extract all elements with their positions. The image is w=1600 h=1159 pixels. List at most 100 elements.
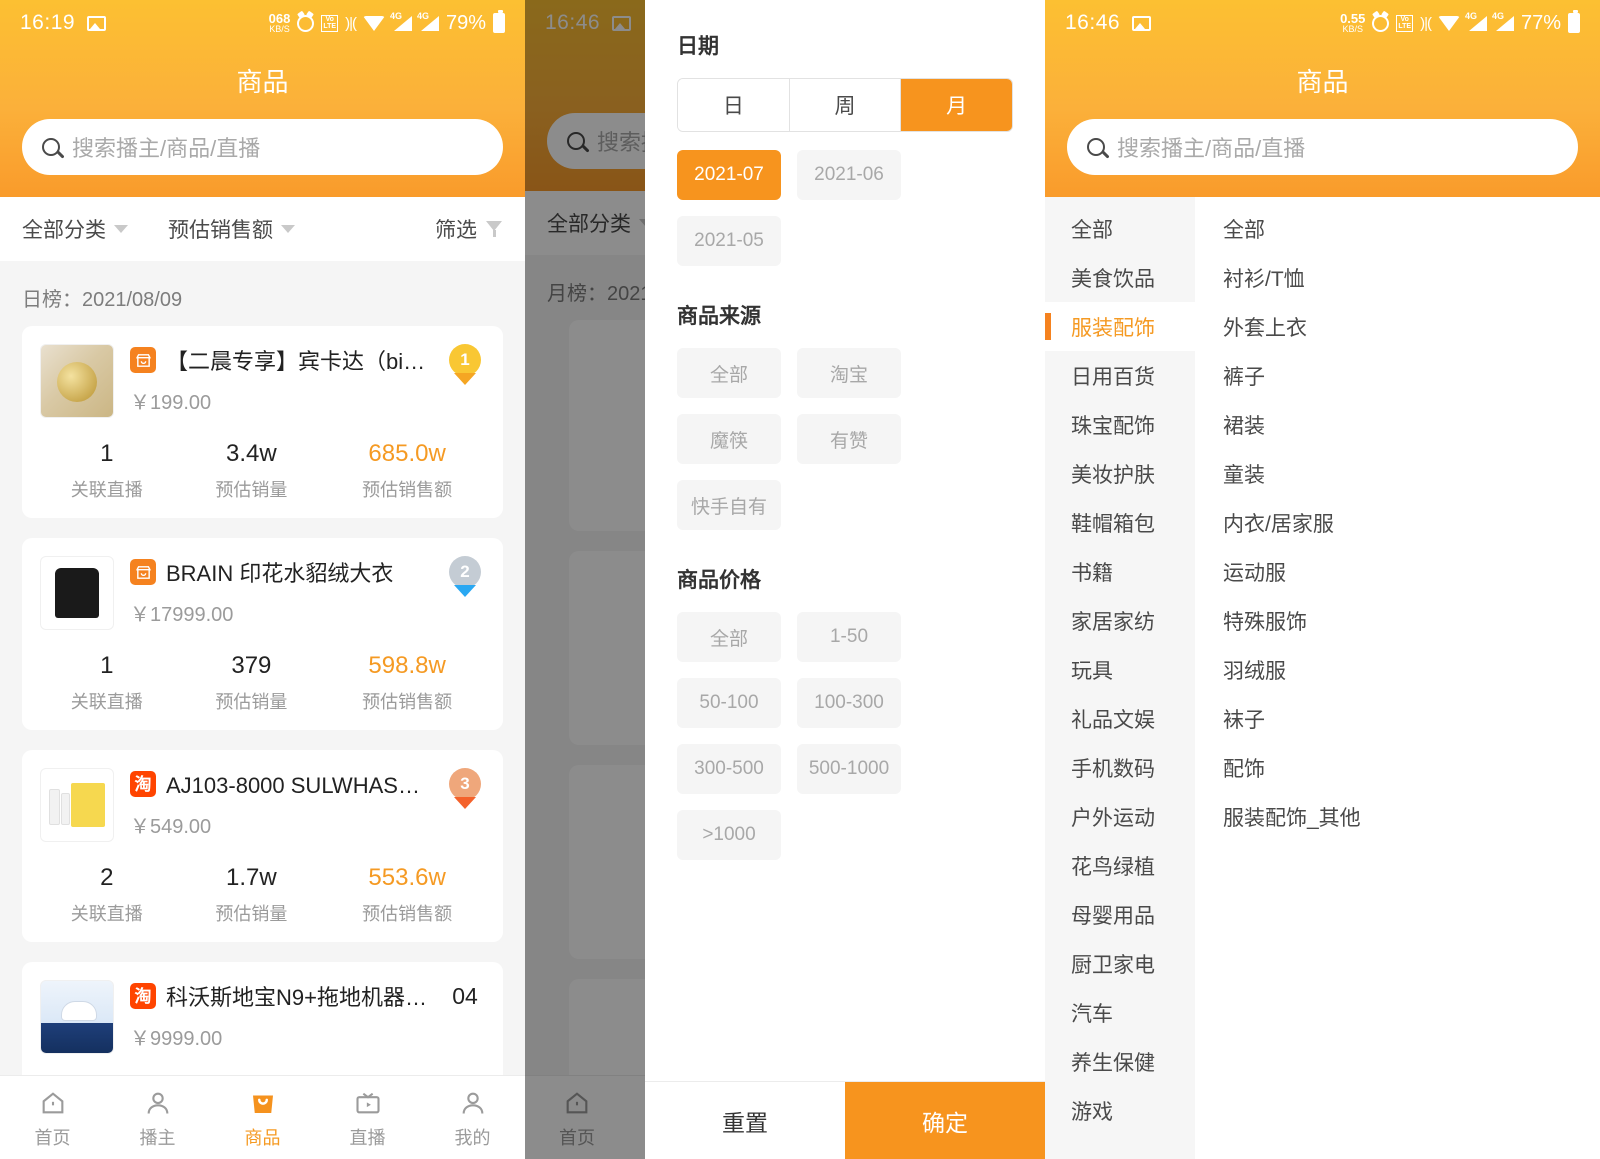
battery-icon	[493, 10, 505, 33]
gallery-icon	[1132, 15, 1152, 31]
tab-label: 首页	[34, 1127, 71, 1148]
category-item-12[interactable]: 户外运动	[1045, 792, 1195, 841]
chip-price-1-50[interactable]: 1-50	[797, 612, 901, 662]
wifi-icon	[362, 15, 385, 31]
table-row[interactable]: BRAIN 印花水貂绒大衣 2 ￥17999.00 1 关联直播 379 预估销…	[22, 538, 503, 730]
category-item-11[interactable]: 手机数码	[1045, 743, 1195, 792]
chip-month-2021-06[interactable]: 2021-06	[797, 150, 901, 200]
subcategory-item-0[interactable]: 全部	[1195, 204, 1600, 253]
product-title: 【二晨专享】宾卡达（binkada）…	[166, 349, 435, 374]
medal-silver-icon: 2	[449, 556, 481, 588]
stat-volume: 379 预估销量	[215, 652, 288, 712]
tab-label: 我的	[454, 1127, 491, 1148]
status-time: 16:19	[20, 11, 76, 34]
rank-badge: 2	[445, 556, 485, 588]
subcategory-item-11[interactable]: 配饰	[1195, 743, 1600, 792]
subcategory-item-8[interactable]: 特殊服饰	[1195, 596, 1600, 645]
product-price: ￥199.00	[130, 392, 212, 414]
category-item-8[interactable]: 家居家纺	[1045, 596, 1195, 645]
status-bar-right: 16:46 0.55 KB/S Vo LTE )|( 4G 4G 77%	[1045, 0, 1600, 46]
category-item-6[interactable]: 鞋帽箱包	[1045, 498, 1195, 547]
chip-price-over-1000[interactable]: >1000	[677, 810, 781, 860]
category-item-18[interactable]: 游戏	[1045, 1086, 1195, 1135]
category-item-15[interactable]: 厨卫家电	[1045, 939, 1195, 988]
chip-price-500-1000[interactable]: 500-1000	[797, 744, 901, 794]
category-list[interactable]: 全部 美食饮品 服装配饰 日用百货 珠宝配饰 美妆护肤 鞋帽箱包 书籍 家居家纺…	[1045, 192, 1195, 1159]
subcategory-item-6[interactable]: 内衣/居家服	[1195, 498, 1600, 547]
tab-home[interactable]: 首页	[0, 1086, 105, 1150]
battery-percent: 77%	[1520, 11, 1561, 34]
tab-live[interactable]: 直播	[315, 1086, 420, 1150]
chip-source-mokuai[interactable]: 魔筷	[677, 414, 781, 464]
signal-icon-2: 4G	[417, 11, 439, 31]
subcategory-item-3[interactable]: 裤子	[1195, 351, 1600, 400]
subcategory-item-4[interactable]: 裙装	[1195, 400, 1600, 449]
segment-option-day[interactable]: 日	[678, 79, 790, 131]
subcategory-item-10[interactable]: 袜子	[1195, 694, 1600, 743]
chip-source-kuaishou[interactable]: 快手自有	[677, 480, 781, 530]
subcategory-item-5[interactable]: 童装	[1195, 449, 1600, 498]
table-row[interactable]: 【二晨专享】宾卡达（binkada）… 1 ￥199.00 1 关联直播	[22, 326, 503, 518]
screenshot-root: 16:19 068 KB/S Vo LTE )|( 4G 4G 79% 商品 搜…	[0, 0, 1600, 1159]
product-thumbnail	[40, 344, 114, 418]
search-icon	[1087, 138, 1105, 156]
network-speed-indicator: 0.55 KB/S	[1340, 11, 1366, 34]
chip-price-all[interactable]: 全部	[677, 612, 781, 662]
search-placeholder: 搜索播主/商品/直播	[1117, 136, 1306, 161]
segment-option-month[interactable]: 月	[901, 79, 1012, 131]
chip-source-taobao[interactable]: 淘宝	[797, 348, 901, 398]
chip-price-300-500[interactable]: 300-500	[677, 744, 781, 794]
reset-button[interactable]: 重置	[645, 1082, 845, 1159]
subcategory-item-7[interactable]: 运动服	[1195, 547, 1600, 596]
subcategory-list[interactable]: 全部 衬衫/T恤 外套上衣 裤子 裙装 童装 内衣/居家服 运动服 特殊服饰 羽…	[1195, 192, 1600, 1159]
stat-sales: 598.8w 预估销售额	[362, 652, 453, 712]
product-title: AJ103-8000 SULWHASOO/雪花…	[166, 773, 435, 798]
category-item-9[interactable]: 玩具	[1045, 645, 1195, 694]
subcategory-item-2[interactable]: 外套上衣	[1195, 302, 1600, 351]
category-item-10[interactable]: 礼品文娱	[1045, 694, 1195, 743]
tab-mine[interactable]: 我的	[420, 1086, 525, 1150]
category-item-5[interactable]: 美妆护肤	[1045, 449, 1195, 498]
volte-icon: VoLTE	[1396, 14, 1414, 32]
chip-price-100-300[interactable]: 100-300	[797, 678, 901, 728]
date-granularity-segment: 日 周 月	[677, 78, 1013, 132]
sort-dropdown-label: 预估销售额	[168, 219, 273, 242]
category-item-3[interactable]: 日用百货	[1045, 351, 1195, 400]
category-item-1[interactable]: 美食饮品	[1045, 253, 1195, 302]
category-item-16[interactable]: 汽车	[1045, 988, 1195, 1037]
category-dropdown[interactable]: 全部分类	[22, 214, 128, 244]
confirm-button[interactable]: 确定	[845, 1082, 1045, 1159]
category-item-14[interactable]: 母婴用品	[1045, 890, 1195, 939]
alarm-icon	[297, 14, 315, 32]
sort-dropdown[interactable]: 预估销售额	[168, 214, 295, 244]
table-row[interactable]: 淘 AJ103-8000 SULWHASOO/雪花… 3 ￥549.00 2 关…	[22, 750, 503, 942]
bag-icon	[210, 1086, 315, 1120]
category-picker: 全部 美食饮品 服装配饰 日用百货 珠宝配饰 美妆护肤 鞋帽箱包 书籍 家居家纺…	[1045, 192, 1600, 1159]
subcategory-item-12[interactable]: 服装配饰_其他	[1195, 792, 1600, 841]
subcategory-item-9[interactable]: 羽绒服	[1195, 645, 1600, 694]
battery-percent: 79%	[445, 11, 486, 34]
category-item-7[interactable]: 书籍	[1045, 547, 1195, 596]
rank-badge: 04	[445, 983, 485, 1010]
chip-source-all[interactable]: 全部	[677, 348, 781, 398]
filter-button[interactable]: 筛选	[435, 214, 503, 244]
segment-option-week[interactable]: 周	[789, 79, 902, 131]
network-speed-indicator: 068 KB/S	[268, 11, 291, 34]
vibrate-icon: )|(	[345, 14, 357, 32]
phone-panel-category-picker: 16:46 0.55 KB/S Vo LTE )|( 4G 4G 77% 商品 …	[1045, 0, 1600, 1159]
category-item-2[interactable]: 服装配饰	[1045, 302, 1195, 351]
search-input[interactable]: 搜索播主/商品/直播	[1067, 119, 1578, 175]
chip-month-2021-07[interactable]: 2021-07	[677, 150, 781, 200]
tab-product[interactable]: 商品	[210, 1086, 315, 1150]
search-input[interactable]: 搜索播主/商品/直播	[22, 119, 503, 175]
subcategory-item-1[interactable]: 衬衫/T恤	[1195, 253, 1600, 302]
category-item-17[interactable]: 养生保健	[1045, 1037, 1195, 1086]
category-item-0[interactable]: 全部	[1045, 204, 1195, 253]
chip-month-2021-05[interactable]: 2021-05	[677, 216, 781, 266]
chip-source-youzan[interactable]: 有赞	[797, 414, 901, 464]
category-item-4[interactable]: 珠宝配饰	[1045, 400, 1195, 449]
category-item-13[interactable]: 花鸟绿植	[1045, 841, 1195, 890]
chip-price-50-100[interactable]: 50-100	[677, 678, 781, 728]
tab-anchor[interactable]: 播主	[105, 1086, 210, 1150]
page-title: 商品	[1296, 67, 1349, 97]
